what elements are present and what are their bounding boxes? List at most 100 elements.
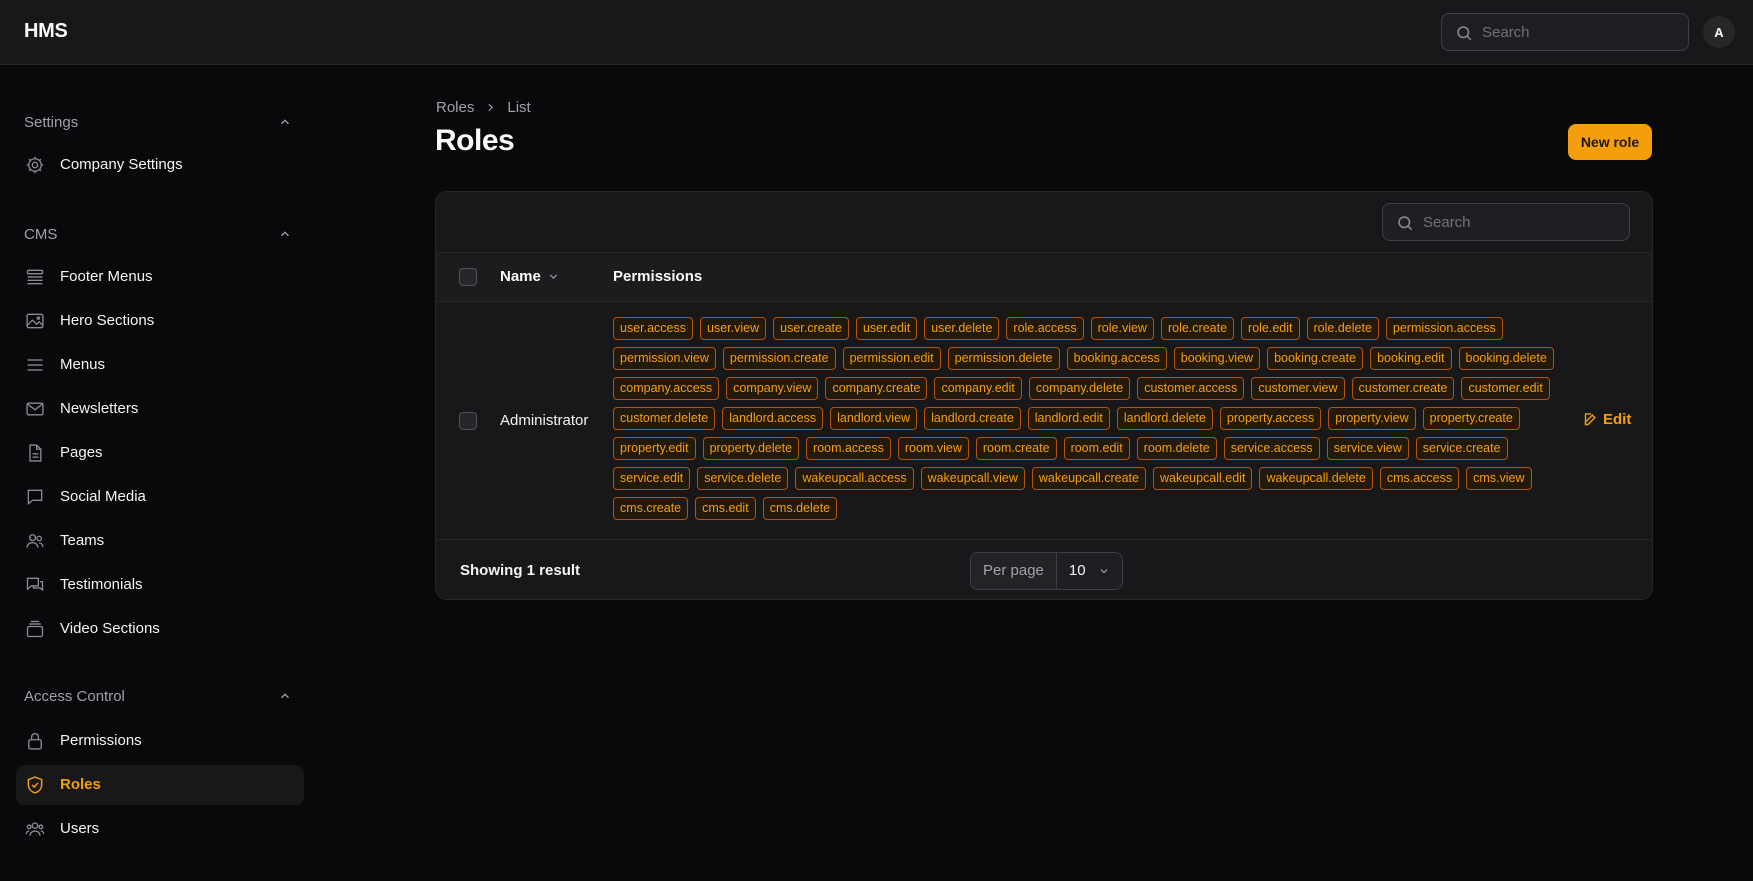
sidebar-item-users[interactable]: Users: [16, 809, 304, 849]
chevron-up-icon[interactable]: [278, 227, 292, 241]
permission-badge: property.create: [1422, 407, 1520, 430]
permission-badge: user.delete: [924, 317, 1000, 340]
sidebar-item-testimonials[interactable]: Testimonials: [16, 565, 304, 605]
top-bar: HMS A: [0, 0, 1753, 65]
permission-badge: wakeupcall.delete: [1259, 467, 1373, 490]
table-toolbar: [436, 192, 1652, 253]
per-page-value: 10: [1068, 562, 1086, 579]
permission-badge: room.delete: [1136, 437, 1217, 460]
menu-icon: [25, 355, 45, 375]
permission-badge: permission.create: [722, 347, 836, 370]
avatar[interactable]: A: [1703, 16, 1735, 48]
chevron-down-icon: [547, 270, 560, 283]
photo-icon: [25, 311, 45, 331]
sidebar-item-label: Roles: [60, 776, 101, 793]
sidebar-item-social-media[interactable]: Social Media: [16, 477, 304, 517]
permission-badge: company.delete: [1028, 377, 1131, 400]
permission-badge: booking.delete: [1458, 347, 1554, 370]
row-checkbox[interactable]: [459, 412, 477, 430]
sidebar-item-hero-sections[interactable]: Hero Sections: [16, 301, 304, 341]
permission-badge: wakeupcall.access: [795, 467, 914, 490]
column-header-name-label: Name: [500, 268, 541, 285]
sidebar-item-label: Social Media: [60, 488, 146, 505]
edit-button[interactable]: Edit: [1583, 411, 1631, 428]
permission-badge: company.view: [726, 377, 819, 400]
permission-badge: role.create: [1160, 317, 1235, 340]
permission-badge: landlord.view: [830, 407, 918, 430]
sidebar-item-menus[interactable]: Menus: [16, 345, 304, 385]
permission-badge: user.view: [700, 317, 767, 340]
sidebar-item-pages[interactable]: Pages: [16, 433, 304, 473]
permission-badges: user.access user.view user.create user.edit…: [613, 317, 1563, 520]
select-all-checkbox[interactable]: [459, 268, 477, 286]
document-icon: [25, 443, 45, 463]
global-search[interactable]: [1441, 13, 1689, 51]
permission-badge: landlord.delete: [1116, 407, 1213, 430]
permission-badge: permission.view: [613, 347, 716, 370]
sidebar-item-label: Footer Menus: [60, 268, 153, 285]
per-page-control[interactable]: Per page 10: [970, 552, 1123, 590]
column-header-permissions: Permissions: [613, 268, 703, 285]
permission-badge: customer.edit: [1461, 377, 1550, 400]
permission-badge: service.edit: [613, 467, 691, 490]
sidebar-group-label: CMS: [24, 225, 58, 243]
permission-badge: booking.create: [1267, 347, 1364, 370]
permission-badge: service.create: [1415, 437, 1508, 460]
sidebar-item-company-settings[interactable]: Company Settings: [16, 145, 304, 185]
permission-badge: cms.access: [1379, 467, 1460, 490]
pencil-square-icon: [1583, 412, 1598, 427]
chat-bubbles-icon: [25, 575, 45, 595]
sidebar-group-access-control[interactable]: Access Control: [24, 686, 292, 706]
sidebar-item-newsletters[interactable]: Newsletters: [16, 389, 304, 429]
breadcrumb-roles[interactable]: Roles: [436, 99, 474, 116]
users-icon: [25, 531, 45, 551]
chevron-right-icon: [484, 101, 497, 114]
sidebar-item-footer-menus[interactable]: Footer Menus: [16, 257, 304, 297]
sidebar-item-roles[interactable]: Roles: [16, 765, 304, 805]
permission-badge: cms.view: [1466, 467, 1532, 490]
column-header-name[interactable]: Name: [500, 268, 560, 285]
breadcrumb: Roles List: [436, 97, 531, 117]
permission-badge: landlord.access: [722, 407, 824, 430]
breadcrumb-list: List: [507, 98, 531, 116]
chevron-up-icon[interactable]: [278, 115, 292, 129]
permission-badge: property.access: [1219, 407, 1322, 430]
search-icon: [1455, 24, 1473, 42]
shield-check-icon: [25, 775, 45, 795]
archive-icon: [25, 619, 45, 639]
sidebar-item-teams[interactable]: Teams: [16, 521, 304, 561]
sidebar-group-settings[interactable]: Settings: [24, 112, 292, 132]
per-page-label: Per page: [971, 553, 1057, 589]
table-footer: Showing 1 result Per page 10: [436, 540, 1652, 599]
new-role-button[interactable]: New role: [1568, 124, 1652, 160]
result-count: Showing 1 result: [460, 562, 581, 579]
global-search-input[interactable]: [1482, 14, 1672, 50]
sidebar-item-label: Menus: [60, 356, 106, 373]
table-header: Name Permissions: [436, 253, 1652, 302]
per-page-select[interactable]: 10: [1056, 553, 1122, 589]
permission-badge: user.access: [613, 317, 694, 340]
sidebar-item-video-sections[interactable]: Video Sections: [16, 609, 304, 649]
page-title: Roles: [435, 124, 515, 157]
permission-badge: company.edit: [934, 377, 1022, 400]
sidebar-item-label: Hero Sections: [60, 312, 155, 329]
permission-badge: room.create: [975, 437, 1057, 460]
sidebar-item-label: Users: [60, 820, 100, 837]
sidebar-item-label: Pages: [60, 444, 103, 461]
sidebar-item-label: Testimonials: [60, 576, 143, 593]
chevron-up-icon[interactable]: [278, 689, 292, 703]
sidebar-group-cms[interactable]: CMS: [24, 224, 292, 244]
permission-badge: service.delete: [697, 467, 789, 490]
permission-badge: company.access: [613, 377, 720, 400]
permission-badge: wakeupcall.view: [920, 467, 1025, 490]
permission-badge: wakeupcall.create: [1031, 467, 1146, 490]
sidebar-item-permissions[interactable]: Permissions: [16, 721, 304, 761]
permission-badge: role.edit: [1241, 317, 1300, 340]
table-row[interactable]: Administrator user.access user.view user.c…: [436, 302, 1652, 540]
brand-logo[interactable]: HMS: [24, 20, 68, 43]
table-search-input[interactable]: [1423, 204, 1613, 240]
sidebar-item-label: Permissions: [60, 732, 142, 749]
permission-badge: role.delete: [1306, 317, 1379, 340]
stack-icon: [25, 267, 45, 287]
table-search[interactable]: [1382, 203, 1630, 241]
